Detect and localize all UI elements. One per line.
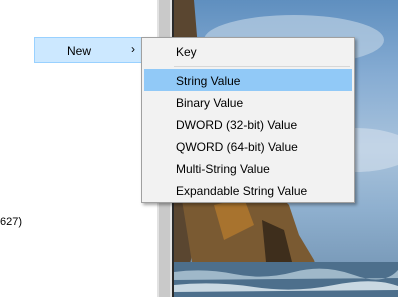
menu-item-label: String Value [176,74,241,88]
menu-item-dword-value[interactable]: DWORD (32-bit) Value [144,113,352,135]
menu-item-string-value[interactable]: String Value [144,69,352,91]
menu-item-label: Binary Value [176,96,244,110]
menu-item-label: QWORD (64-bit) Value [176,140,298,154]
menu-item-binary-value[interactable]: Binary Value [144,91,352,113]
menu-item-label: Expandable String Value [176,184,308,198]
new-menu-item[interactable]: New › [34,37,142,63]
menu-item-qword-value[interactable]: QWORD (64-bit) Value [144,135,352,157]
menu-item-expandable-string-value[interactable]: Expandable String Value [144,179,352,201]
menu-item-multi-string-value[interactable]: Multi-String Value [144,157,352,179]
menu-item-label: Key [176,45,197,59]
partial-text: 627) [0,216,23,228]
new-submenu: Key String Value Binary Value DWORD (32-… [141,37,355,203]
menu-item-key[interactable]: Key [144,40,352,62]
new-menu-item-label: New [67,44,92,58]
menu-separator [174,66,350,67]
menu-item-label: DWORD (32-bit) Value [176,118,298,132]
chevron-right-icon: › [131,42,135,56]
menu-item-label: Multi-String Value [176,162,270,176]
